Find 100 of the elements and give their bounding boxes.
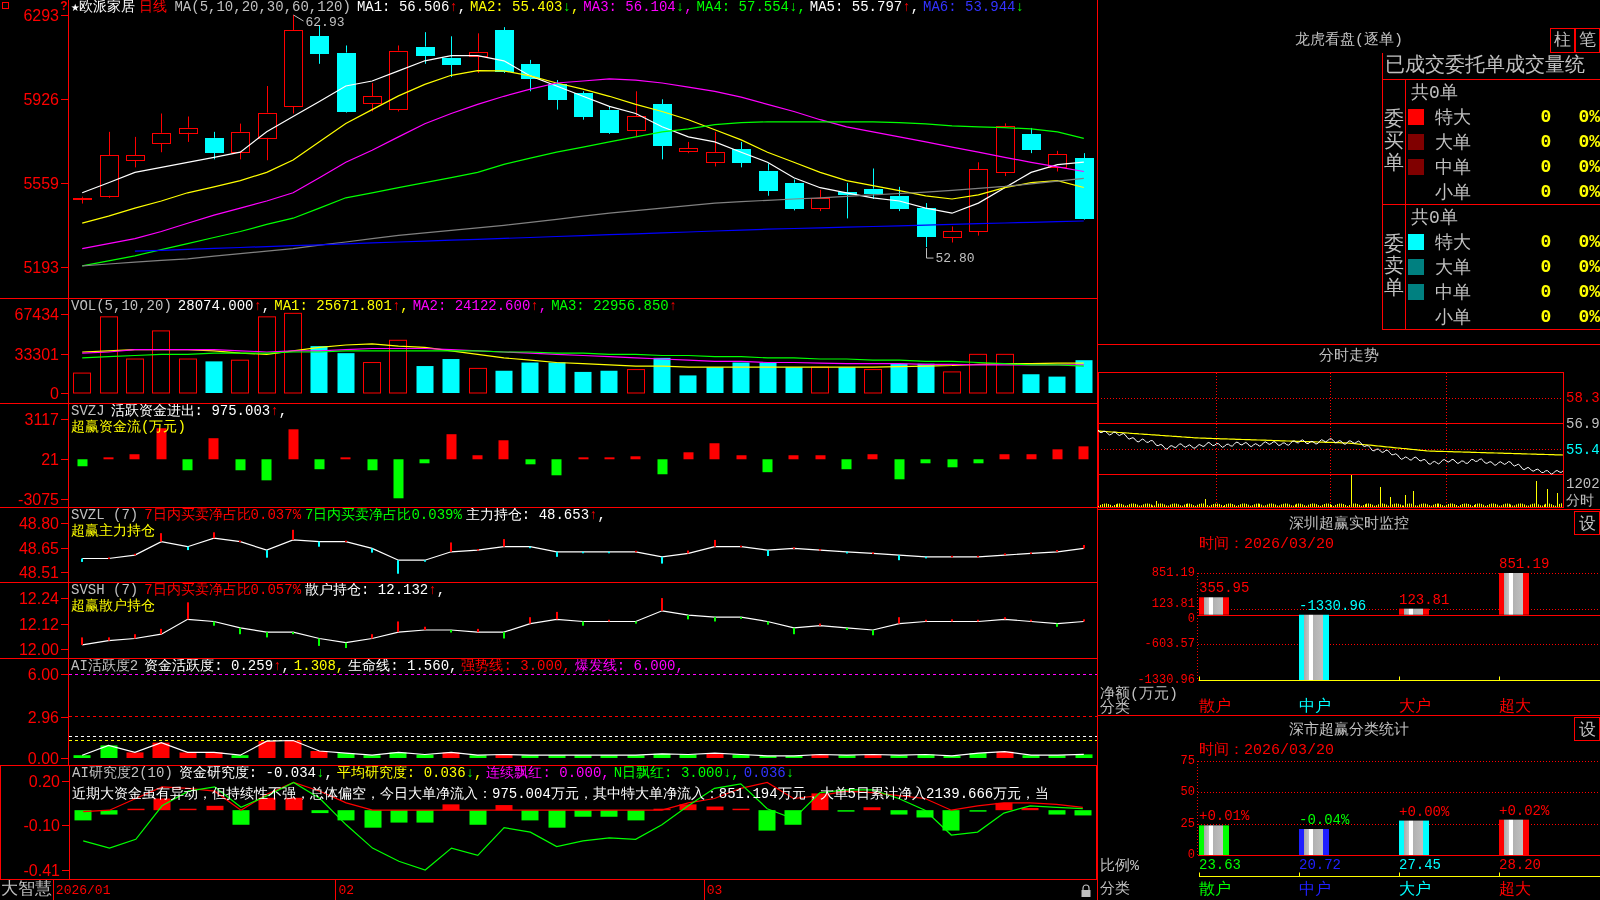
flow-bar xyxy=(630,456,641,460)
research-bar xyxy=(337,810,355,821)
indicator-value: 28074.000↑, xyxy=(177,299,271,314)
change-mark xyxy=(134,553,136,556)
settings-button[interactable]: 设 xyxy=(1574,511,1600,535)
flow-bar xyxy=(261,459,272,481)
volume-bar xyxy=(548,362,566,393)
axis-label: -603.57 xyxy=(1144,637,1195,652)
change-mark xyxy=(925,619,927,622)
volume-bar xyxy=(653,357,671,393)
category-bar xyxy=(1499,573,1529,615)
change-mark xyxy=(266,632,268,638)
value-label: 28.20 xyxy=(1499,857,1541,873)
candlestick xyxy=(231,123,250,160)
flow-bar xyxy=(736,455,747,460)
indicator-value: N日飘红: 3.000↓, xyxy=(613,766,740,781)
activity-bar xyxy=(442,752,460,758)
activity-bar xyxy=(469,755,487,758)
flow-bar xyxy=(103,457,114,460)
view-button[interactable]: 柱 xyxy=(1550,28,1575,53)
change-mark xyxy=(846,551,848,554)
activity-bar xyxy=(389,752,407,758)
activity-bar xyxy=(706,753,724,758)
change-label: +0.00% xyxy=(1399,803,1450,820)
change-mark xyxy=(266,550,268,558)
activity-bar xyxy=(864,754,882,758)
indicator-value: 7日内买卖净占比0.039% xyxy=(305,508,462,523)
change-mark xyxy=(793,547,795,549)
flow-bar xyxy=(367,459,378,471)
axis-label: 12.00 xyxy=(18,641,59,658)
order-count: 0 xyxy=(1539,306,1553,327)
volume-bar xyxy=(706,367,724,393)
change-mark xyxy=(81,558,83,562)
activity-bar xyxy=(785,755,803,758)
indicator-name: VOL(5,10,20) xyxy=(71,299,172,314)
category-label: 大户 xyxy=(1399,881,1431,899)
axis-title: 分类 xyxy=(1100,880,1130,898)
axis-label: -3075 xyxy=(18,491,59,507)
flow-bar xyxy=(894,459,905,480)
activity-bar xyxy=(258,741,276,758)
flow-bar xyxy=(578,457,589,460)
candlestick xyxy=(389,44,408,112)
change-mark xyxy=(872,629,874,636)
help-mark: ? xyxy=(60,0,68,13)
change-mark xyxy=(582,551,584,554)
volume-bar xyxy=(1075,360,1093,393)
flow-bar xyxy=(867,454,878,460)
flow-bar xyxy=(788,455,799,460)
research-bar xyxy=(311,810,329,814)
settings-button[interactable]: 设 xyxy=(1574,717,1600,741)
category-bar xyxy=(1199,825,1229,855)
order-count: 0 xyxy=(1539,181,1553,202)
group-label: 委买单 xyxy=(1384,109,1404,175)
research-bar xyxy=(364,810,382,828)
category-bar xyxy=(1199,597,1229,615)
category-bar xyxy=(1399,608,1429,615)
change-mark xyxy=(108,637,110,641)
view-button[interactable]: 笔 xyxy=(1575,28,1600,53)
axis-label: 6293 xyxy=(23,7,59,24)
indicator-name: SVSH (7) xyxy=(71,583,139,598)
price-annotation: 52.80 xyxy=(935,250,975,266)
brand-label: 大智慧 xyxy=(1,880,52,900)
indicator-value: 生命线: 1.560, xyxy=(348,659,458,674)
flow-bar xyxy=(314,459,325,470)
activity-bar xyxy=(943,755,961,758)
change-mark xyxy=(213,621,215,626)
value-label: 23.63 xyxy=(1199,857,1241,873)
research-bar xyxy=(627,810,645,821)
change-mark xyxy=(1030,552,1032,554)
table-title: 已成交委托单成交量统 xyxy=(1385,54,1585,78)
group-label: 委卖单 xyxy=(1384,234,1404,300)
change-mark xyxy=(450,542,452,552)
candlestick xyxy=(838,182,857,219)
volume-bar xyxy=(811,366,829,394)
candlestick xyxy=(469,32,488,74)
research-bar xyxy=(706,806,724,811)
candlestick xyxy=(600,105,619,135)
change-mark xyxy=(1056,623,1058,627)
research-bar xyxy=(179,808,197,811)
volume-bar xyxy=(600,370,618,393)
change-mark xyxy=(793,627,795,635)
axis-label: -0.10 xyxy=(23,817,60,834)
flow-bar xyxy=(288,429,299,460)
change-mark xyxy=(872,552,874,554)
change-mark xyxy=(1004,617,1006,620)
panel-title: 龙虎看盘(逐单) xyxy=(1295,33,1403,49)
indicator-value: 爆发线: 6.000, xyxy=(574,659,684,674)
volume-bar xyxy=(969,353,987,394)
volume-bar xyxy=(521,362,539,393)
flow-bar xyxy=(657,459,668,475)
activity-bar xyxy=(337,753,355,758)
flow-bar xyxy=(525,459,536,465)
research-bar xyxy=(653,808,671,811)
change-mark xyxy=(608,619,610,622)
activity-bar xyxy=(890,755,908,758)
research-bar xyxy=(574,810,592,817)
change-mark xyxy=(951,619,953,622)
change-mark xyxy=(160,628,162,635)
volume-bar xyxy=(495,370,513,393)
category-label: 散户 xyxy=(1199,698,1231,715)
